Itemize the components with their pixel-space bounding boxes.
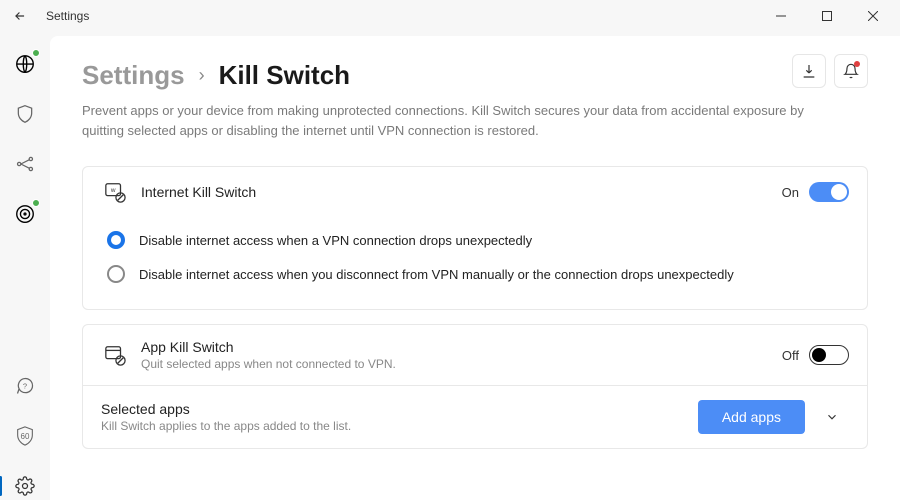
ks-option-label: Disable internet access when you disconn…	[139, 267, 734, 282]
app-kill-switch-card: App Kill Switch Quit selected apps when …	[82, 324, 868, 449]
selected-apps-subtitle: Kill Switch applies to the apps added to…	[101, 419, 351, 433]
titlebar: Settings	[0, 0, 900, 32]
selected-apps-title: Selected apps	[101, 401, 351, 417]
app-block-icon	[101, 344, 129, 366]
app-ks-subtitle: Quit selected apps when not connected to…	[141, 357, 396, 371]
notification-dot-icon	[854, 61, 860, 67]
sidebar-item-shield[interactable]	[11, 100, 39, 128]
window-title: Settings	[46, 9, 89, 23]
internet-ks-toggle[interactable]	[809, 182, 849, 202]
status-dot-icon	[32, 49, 40, 57]
main-content: Settings › Kill Switch Prevent apps or y…	[50, 36, 900, 500]
page-title: Kill Switch	[219, 60, 350, 91]
ks-option-manual[interactable]: Disable internet access when you disconn…	[101, 257, 849, 291]
sidebar-item-globe[interactable]	[11, 50, 39, 78]
status-dot-icon	[32, 199, 40, 207]
globe-block-icon: w	[101, 181, 129, 203]
chevron-right-icon: ›	[199, 65, 205, 86]
minimize-button[interactable]	[758, 0, 804, 32]
internet-ks-title: Internet Kill Switch	[141, 184, 256, 200]
page-description: Prevent apps or your device from making …	[82, 101, 842, 140]
breadcrumb: Settings › Kill Switch	[82, 60, 350, 91]
expand-button[interactable]	[815, 410, 849, 424]
close-button[interactable]	[850, 0, 896, 32]
back-button[interactable]	[4, 0, 36, 32]
ks-option-label: Disable internet access when a VPN conne…	[139, 233, 532, 248]
breadcrumb-root[interactable]: Settings	[82, 60, 185, 91]
sidebar-item-badge[interactable]: 60	[11, 422, 39, 450]
sidebar-item-settings[interactable]	[11, 472, 39, 500]
sidebar: ? 60	[0, 32, 50, 500]
sidebar-item-target[interactable]	[11, 200, 39, 228]
internet-kill-switch-card: w Internet Kill Switch On Disable intern…	[82, 166, 868, 310]
download-button[interactable]	[792, 54, 826, 88]
notifications-button[interactable]	[834, 54, 868, 88]
ks-option-drop[interactable]: Disable internet access when a VPN conne…	[101, 223, 849, 257]
sidebar-item-mesh[interactable]	[11, 150, 39, 178]
app-ks-title: App Kill Switch	[141, 339, 396, 355]
maximize-button[interactable]	[804, 0, 850, 32]
app-ks-state: Off	[782, 348, 799, 363]
add-apps-button[interactable]: Add apps	[698, 400, 805, 434]
svg-text:?: ?	[23, 382, 27, 391]
radio-icon	[107, 231, 125, 249]
sidebar-badge-count: 60	[21, 432, 30, 441]
svg-text:w: w	[110, 187, 116, 194]
app-ks-toggle[interactable]	[809, 345, 849, 365]
sidebar-item-help[interactable]: ?	[11, 372, 39, 400]
internet-ks-state: On	[782, 185, 799, 200]
radio-icon	[107, 265, 125, 283]
